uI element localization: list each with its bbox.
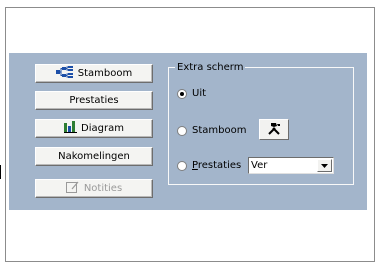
stamboom-button[interactable]: Stamboom [35,64,153,83]
diagram-button[interactable]: Diagram [35,119,153,138]
prestaties-button[interactable]: Prestaties [35,91,153,110]
note-icon [65,181,80,196]
notities-button[interactable]: Notities [35,179,153,198]
diagram-button-label: Diagram [81,123,124,134]
prestaties-select[interactable]: Ver [248,157,334,174]
radio-uit-label: Uit [192,88,207,99]
edge-marker [0,165,1,179]
radio-stamboom-label: Stamboom [192,125,247,136]
extra-scherm-title: Extra scherm [175,61,246,74]
radio-uit-button[interactable] [177,88,187,99]
tools-icon [267,122,281,138]
bar-chart-icon [64,121,78,136]
radio-prestaties-label: Prestaties [192,160,242,171]
radio-prestaties[interactable]: Prestaties [177,160,241,171]
radio-prestaties-button[interactable] [177,160,187,171]
extra-scherm-group: Extra scherm Uit Stamboom Prestaties Ver [168,61,354,185]
tools-button[interactable] [259,119,289,140]
chevron-down-icon[interactable] [317,159,332,172]
options-panel: Stamboom Prestaties Diagram Nakomelingen… [9,53,367,210]
notities-button-label: Notities [83,183,123,194]
radio-stamboom[interactable]: Stamboom [177,125,246,136]
tree-icon [55,66,74,81]
prestaties-select-value: Ver [251,160,268,171]
stamboom-button-label: Stamboom [77,68,133,79]
nakomelingen-button[interactable]: Nakomelingen [35,147,153,166]
radio-uit[interactable]: Uit [177,88,206,99]
nakomelingen-button-label: Nakomelingen [58,151,130,162]
prestaties-button-label: Prestaties [69,95,119,106]
radio-stamboom-button[interactable] [177,125,187,136]
